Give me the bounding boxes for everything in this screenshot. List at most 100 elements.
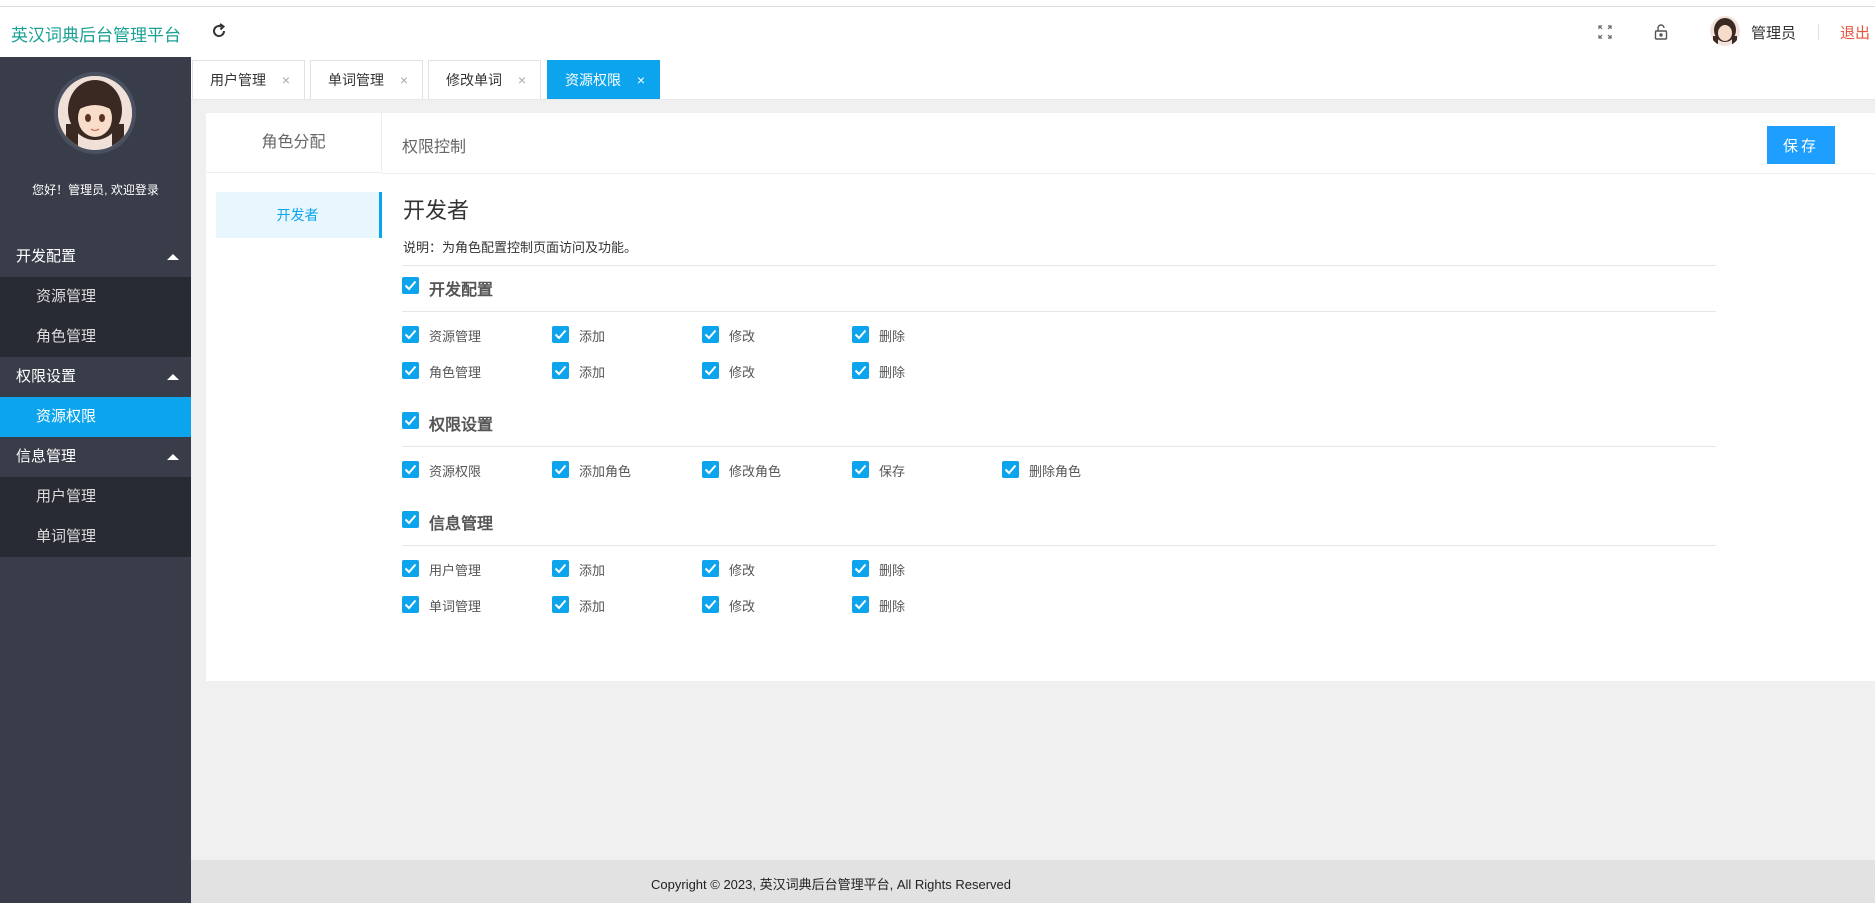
avatar[interactable]: [1710, 16, 1740, 46]
permission-checkbox[interactable]: [402, 596, 419, 613]
sidebar-item-resource-perm[interactable]: 资源权限: [0, 397, 191, 437]
top-border: [0, 0, 1875, 7]
group-checkbox[interactable]: [402, 511, 419, 528]
role-header: 角色分配: [206, 113, 382, 173]
close-icon[interactable]: ×: [518, 61, 526, 100]
tab-word-manage[interactable]: 单词管理 ×: [310, 60, 423, 99]
logout-link[interactable]: 退出: [1840, 22, 1870, 43]
lock-icon[interactable]: [1653, 23, 1669, 41]
sidebar-group-title[interactable]: 权限设置: [0, 357, 191, 397]
fullscreen-icon[interactable]: [1598, 25, 1612, 39]
permission-checkbox[interactable]: [402, 461, 419, 478]
divider: [1716, 173, 1875, 174]
sidebar-group-label: 开发配置: [16, 248, 77, 265]
permission-label: 添加: [579, 599, 606, 614]
tab-label: 用户管理: [210, 72, 266, 88]
tab-label: 单词管理: [328, 72, 384, 88]
permission-checkbox[interactable]: [702, 326, 719, 343]
permission-checkbox[interactable]: [402, 362, 419, 379]
sidebar-group-perm: 权限设置 资源权限: [0, 357, 191, 437]
permission-label: 修改: [729, 599, 756, 614]
divider: [402, 545, 1716, 546]
footer: Copyright © 2023, 英汉词典后台管理平台, All Rights…: [191, 860, 1875, 903]
permission-checkbox[interactable]: [852, 326, 869, 343]
permission-label: 添加: [579, 365, 606, 380]
sidebar-group-label: 信息管理: [16, 448, 77, 465]
permission-checkbox[interactable]: [1002, 461, 1019, 478]
permission-checkbox[interactable]: [552, 326, 569, 343]
brand-title[interactable]: 英汉词典后台管理平台: [11, 21, 181, 46]
close-icon[interactable]: ×: [400, 61, 408, 100]
copyright: Copyright © 2023, 英汉词典后台管理平台, All Rights…: [651, 877, 1011, 892]
header: 英汉词典后台管理平台 管理员 退出: [0, 7, 1875, 57]
group-label: 信息管理: [429, 516, 494, 533]
user-name[interactable]: 管理员: [1751, 22, 1796, 43]
group-checkbox[interactable]: [402, 412, 419, 429]
divider: [402, 446, 1716, 447]
divider: [402, 265, 1716, 266]
tab-resource-perm[interactable]: 资源权限 ×: [547, 60, 660, 99]
permission-label: 删除: [879, 599, 906, 614]
save-button[interactable]: 保存: [1767, 126, 1835, 164]
permission-header: 权限控制: [382, 113, 1716, 174]
permission-checkbox[interactable]: [852, 362, 869, 379]
sidebar-profile: 您好！管理员, 欢迎登录: [0, 57, 191, 237]
permission-label: 修改角色: [729, 464, 782, 479]
permission-checkbox[interactable]: [702, 596, 719, 613]
permission-label: 修改: [729, 563, 756, 578]
permission-label: 添加: [579, 563, 606, 578]
permission-label: 删除: [879, 563, 906, 578]
permission-label: 单词管理: [429, 599, 482, 614]
tab-user-manage[interactable]: 用户管理 ×: [192, 60, 305, 99]
sidebar-item-resource-manage[interactable]: 资源管理: [0, 277, 191, 317]
tab-label: 资源权限: [565, 72, 621, 88]
permission-checkbox[interactable]: [552, 461, 569, 478]
refresh-icon[interactable]: [210, 22, 228, 40]
caret-up-icon: [167, 254, 179, 260]
sidebar-item-word-manage[interactable]: 单词管理: [0, 517, 191, 557]
permission-checkbox[interactable]: [702, 362, 719, 379]
permission-checkbox[interactable]: [852, 560, 869, 577]
close-icon[interactable]: ×: [282, 61, 290, 100]
permission-checkbox[interactable]: [402, 326, 419, 343]
permission-checkbox[interactable]: [852, 596, 869, 613]
permission-checkbox[interactable]: [402, 560, 419, 577]
permission-checkbox[interactable]: [702, 560, 719, 577]
tab-edit-word[interactable]: 修改单词 ×: [428, 60, 541, 99]
permission-label: 删除: [879, 329, 906, 344]
sidebar-group-dev: 开发配置 资源管理 角色管理: [0, 237, 191, 357]
sidebar-group-title[interactable]: 开发配置: [0, 237, 191, 277]
permission-label: 资源权限: [429, 464, 482, 479]
profile-avatar: [54, 72, 136, 154]
permission-label: 删除: [879, 365, 906, 380]
permission-label: 删除角色: [1029, 464, 1082, 479]
permission-checkbox[interactable]: [552, 560, 569, 577]
permission-checkbox[interactable]: [702, 461, 719, 478]
permission-checkbox[interactable]: [552, 362, 569, 379]
group-checkbox[interactable]: [402, 277, 419, 294]
group-label: 权限设置: [429, 417, 494, 434]
permission-checkbox[interactable]: [552, 596, 569, 613]
role-item-developer[interactable]: 开发者: [216, 192, 382, 238]
divider: [402, 311, 1716, 312]
permission-label: 添加角色: [579, 464, 632, 479]
sidebar-group-info: 信息管理 用户管理 单词管理: [0, 437, 191, 557]
welcome-text: 您好！管理员, 欢迎登录: [32, 183, 159, 197]
tab-label: 修改单词: [446, 72, 502, 88]
description: 说明：为角色配置控制页面访问及功能。: [403, 240, 638, 255]
header-divider: [1818, 24, 1819, 40]
caret-up-icon: [167, 374, 179, 380]
permission-label: 保存: [879, 464, 906, 479]
permission-label: 角色管理: [429, 365, 482, 380]
permission-label: 用户管理: [429, 563, 482, 578]
sidebar-group-title[interactable]: 信息管理: [0, 437, 191, 477]
permission-card: 角色分配 开发者 权限控制 保存 开发者 说明：为角色配置控制页面访问及功能。 …: [206, 113, 1875, 681]
permission-label: 资源管理: [429, 329, 482, 344]
permission-label: 修改: [729, 365, 756, 380]
role-title: 开发者: [403, 198, 470, 223]
sidebar-item-role-manage[interactable]: 角色管理: [0, 317, 191, 357]
sidebar-item-user-manage[interactable]: 用户管理: [0, 477, 191, 517]
permission-checkbox[interactable]: [852, 461, 869, 478]
sidebar-group-label: 权限设置: [16, 368, 77, 385]
close-icon[interactable]: ×: [637, 61, 645, 100]
